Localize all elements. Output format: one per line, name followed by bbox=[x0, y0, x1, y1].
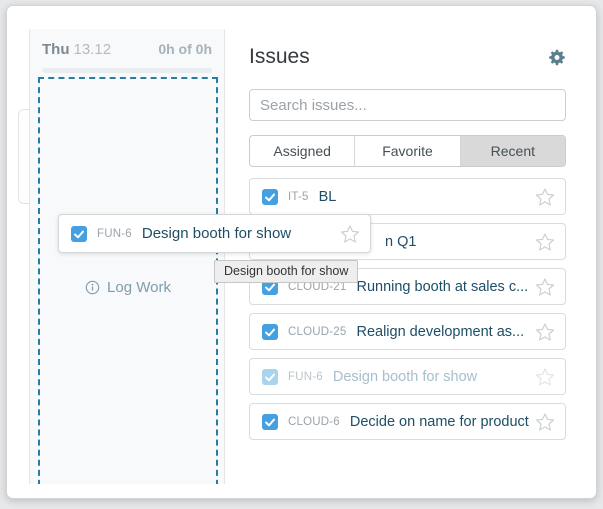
issue-row[interactable]: IT-5 BL bbox=[249, 178, 566, 215]
panel-title: Issues bbox=[249, 45, 310, 69]
day-column: Thu13.12 0h of 0h Log Work bbox=[29, 29, 225, 484]
task-checkbox-icon bbox=[262, 414, 278, 430]
dragged-issue-card[interactable]: FUN-6 Design booth for show bbox=[58, 214, 371, 253]
search-input[interactable] bbox=[249, 89, 566, 121]
app-window: Thu13.12 0h of 0h Log Work Issues Assign… bbox=[6, 5, 597, 499]
day-progress-bar bbox=[42, 68, 212, 73]
issue-summary: Realign development as... bbox=[356, 324, 524, 340]
drag-tooltip: Design booth for show bbox=[214, 260, 358, 283]
favorite-star-icon[interactable] bbox=[535, 187, 555, 207]
task-checkbox-icon bbox=[71, 226, 87, 242]
task-checkbox-icon bbox=[262, 369, 278, 385]
issue-key: IT-5 bbox=[288, 191, 309, 203]
issue-summary: Design booth for show bbox=[142, 225, 291, 242]
info-icon bbox=[85, 280, 100, 295]
day-date: 13.12 bbox=[74, 41, 112, 58]
favorite-star-icon[interactable] bbox=[535, 232, 555, 252]
favorite-star-icon[interactable] bbox=[535, 412, 555, 432]
log-work-button[interactable]: Log Work bbox=[40, 279, 216, 296]
issue-summary: Design booth for show bbox=[333, 369, 477, 385]
tab-group: AssignedFavoriteRecent bbox=[249, 135, 566, 167]
issues-panel-header: Issues bbox=[249, 45, 566, 69]
issue-key: CLOUD-6 bbox=[288, 416, 340, 428]
task-checkbox-icon bbox=[262, 324, 278, 340]
issue-summary: BL bbox=[319, 189, 337, 205]
day-hours-summary: 0h of 0h bbox=[158, 41, 212, 57]
tab-favorite[interactable]: Favorite bbox=[354, 136, 459, 166]
task-checkbox-icon bbox=[262, 189, 278, 205]
day-header: Thu13.12 0h of 0h bbox=[30, 29, 224, 58]
issue-row[interactable]: CLOUD-25 Realign development as... bbox=[249, 313, 566, 350]
issue-row[interactable]: CLOUD-6 Decide on name for product bbox=[249, 403, 566, 440]
day-label: Thu13.12 bbox=[42, 41, 111, 58]
issue-key: CLOUD-25 bbox=[288, 326, 346, 338]
tab-recent[interactable]: Recent bbox=[460, 136, 565, 166]
worklog-dropzone[interactable]: Log Work bbox=[38, 77, 218, 484]
favorite-star-icon[interactable] bbox=[535, 277, 555, 297]
favorite-star-icon[interactable] bbox=[535, 322, 555, 342]
issue-key: FUN-6 bbox=[288, 371, 323, 383]
issue-summary: Running booth at sales c... bbox=[356, 279, 528, 295]
favorite-star-icon[interactable] bbox=[535, 367, 555, 387]
log-work-label: Log Work bbox=[107, 279, 171, 296]
issue-summary: n Q1 bbox=[385, 234, 416, 250]
tab-assigned[interactable]: Assigned bbox=[250, 136, 354, 166]
issue-key: FUN-6 bbox=[97, 228, 132, 240]
issue-summary: Decide on name for product bbox=[350, 414, 529, 430]
issue-row[interactable]: FUN-6 Design booth for show bbox=[249, 358, 566, 395]
gear-icon[interactable] bbox=[549, 49, 566, 66]
day-weekday: Thu bbox=[42, 41, 70, 58]
favorite-star-icon[interactable] bbox=[340, 224, 360, 244]
